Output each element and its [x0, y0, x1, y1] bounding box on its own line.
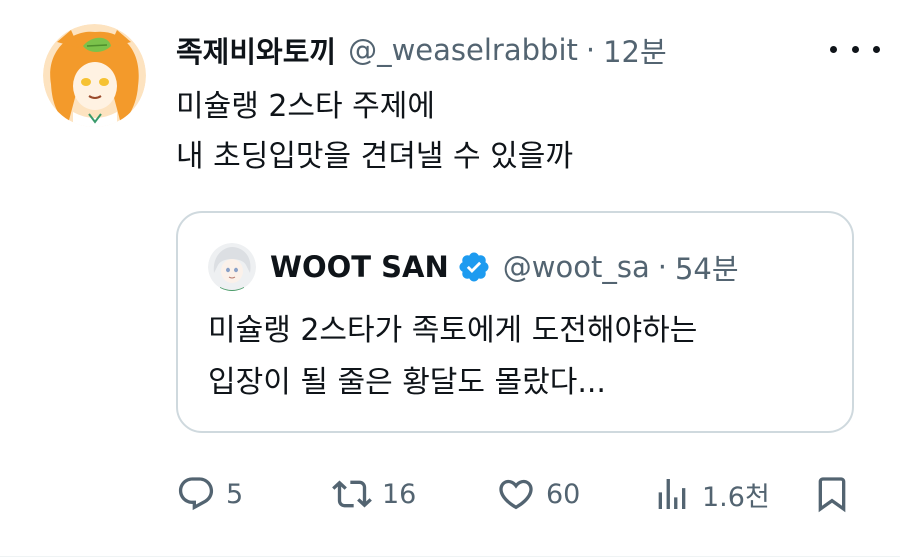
more-icon[interactable] — [830, 36, 880, 62]
quote-author-avatar — [208, 243, 256, 291]
more-dot — [851, 45, 859, 53]
like-count: 60 — [546, 478, 581, 510]
bookmark-icon — [818, 477, 846, 513]
more-dot — [873, 45, 880, 53]
reply-icon — [178, 477, 214, 511]
quote-header-separator: · — [657, 250, 667, 284]
author-handle[interactable]: @_weaselrabbit — [348, 33, 578, 67]
bookmark-button[interactable] — [812, 468, 852, 520]
reply-count: 5 — [226, 478, 244, 510]
views-icon — [658, 479, 686, 509]
tweet-text-line: 미슐랭 2스타 주제에 — [176, 89, 435, 124]
quote-text: 미슐랭 2스타가 족토에게 도전해야하는 입장이 될 줄은 황달도 몰랐다... — [208, 305, 848, 409]
header-separator: · — [585, 33, 596, 67]
quote-header: WOOT SAN @woot_sa · 54분 — [270, 243, 830, 291]
quote-timestamp: 54분 — [674, 252, 739, 286]
views-button[interactable]: 1.6천 — [652, 468, 770, 520]
quote-author-display-name: WOOT SAN — [270, 250, 449, 284]
quote-text-line: 미슐랭 2스타가 족토에게 도전해야하는 — [208, 313, 698, 348]
author-display-name[interactable]: 족제비와토끼 — [176, 29, 336, 71]
views-count: 1.6천 — [702, 481, 770, 513]
reply-button[interactable]: 5 — [176, 468, 243, 520]
quote-author-handle: @woot_sa — [502, 250, 650, 284]
quoted-tweet[interactable]: WOOT SAN @woot_sa · 54분 미슐랭 2스타가 족토에게 도전… — [176, 211, 854, 433]
tweet-timestamp[interactable]: 12분 — [603, 29, 667, 71]
author-avatar[interactable] — [43, 24, 146, 127]
retweet-icon — [332, 480, 372, 508]
tweet-text: 미슐랭 2스타 주제에 내 초딩입맛을 견뎌낼 수 있을까 — [176, 82, 866, 182]
action-bar: 5 16 60 1.6천 — [176, 468, 876, 520]
quote-text-line: 입장이 될 줄은 황달도 몰랐다... — [208, 365, 606, 400]
verified-badge-icon — [459, 252, 489, 282]
tweet-header: 족제비와토끼 @_weaselrabbit · 12분 — [176, 26, 876, 74]
tweet-text-line: 내 초딩입맛을 견뎌낼 수 있을까 — [176, 139, 573, 174]
retweet-button[interactable]: 16 — [332, 468, 416, 520]
heart-icon — [499, 479, 533, 510]
like-button[interactable]: 60 — [496, 468, 580, 520]
more-dot — [830, 45, 837, 53]
retweet-count: 16 — [382, 478, 417, 510]
